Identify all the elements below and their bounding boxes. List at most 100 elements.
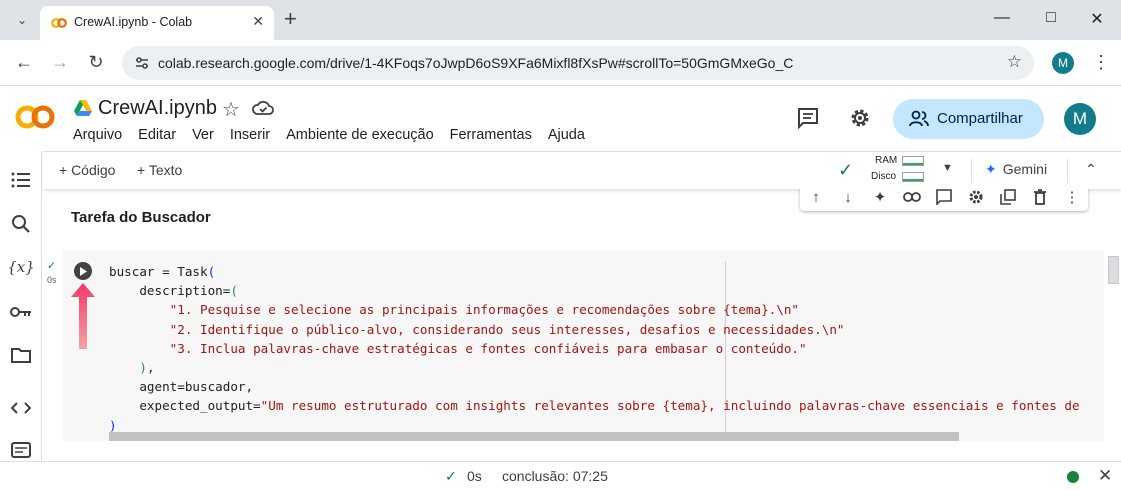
status-exec-time[interactable]: 0s: [467, 468, 482, 484]
site-info-icon[interactable]: [134, 55, 150, 71]
code-token: (: [230, 283, 238, 299]
play-icon: [80, 266, 87, 276]
code-token: description=: [109, 283, 231, 299]
cloud-saved-icon[interactable]: [252, 99, 274, 117]
comment-icon[interactable]: [797, 107, 819, 129]
browser-toolbar: ← → ↻ colab.research.google.com/drive/1-…: [0, 40, 1121, 86]
more-options-icon[interactable]: ⋮: [1062, 189, 1082, 207]
move-cell-up-icon[interactable]: ↑: [806, 189, 826, 207]
menu-ajuda[interactable]: Ajuda: [548, 127, 585, 143]
toolbar-divider: [971, 159, 972, 183]
runtime-dropdown-icon[interactable]: ▼: [942, 162, 953, 174]
variables-icon[interactable]: {x}: [7, 256, 35, 278]
gemini-label: Gemini: [1002, 161, 1048, 177]
ram-meter[interactable]: [902, 156, 924, 166]
colab-favicon-icon: [51, 18, 67, 28]
disk-label: Disco: [871, 171, 897, 182]
code-line[interactable]: description=(: [109, 281, 1080, 300]
runtime-connected-check-icon[interactable]: ✓: [838, 160, 853, 181]
collapse-toolbar-chevron-icon[interactable]: ⌃: [1085, 161, 1097, 178]
code-line[interactable]: ),: [109, 358, 1080, 377]
vertical-scrollbar-thumb[interactable]: [1108, 256, 1119, 284]
link-icon[interactable]: [902, 189, 922, 207]
code-token: ,: [146, 360, 155, 376]
share-label: Compartilhar: [937, 110, 1023, 127]
google-drive-icon: [74, 100, 92, 116]
code-editor[interactable]: buscar = Task( description=( "1. Pesquis…: [109, 262, 1080, 435]
code-line[interactable]: expected_output="Um resumo estruturado c…: [109, 396, 1079, 415]
code-line[interactable]: "1. Pesquise e selecione as principais i…: [109, 300, 1080, 319]
code-line[interactable]: buscar = Task(: [109, 262, 1080, 281]
menu-bar: Arquivo Editar Ver Inserir Ambiente de e…: [73, 127, 601, 143]
toolbar-divider: [1067, 159, 1068, 183]
people-icon: [909, 110, 929, 127]
maximize-icon[interactable]: □: [1036, 9, 1066, 27]
code-token: expected_output=: [109, 398, 261, 414]
files-folder-icon[interactable]: [10, 344, 32, 366]
window-close-icon[interactable]: ✕: [1082, 9, 1112, 29]
execution-success-check-icon: ✓: [47, 260, 57, 272]
add-text-cell-button[interactable]: + Texto: [137, 162, 182, 178]
horizontal-scrollbar[interactable]: [109, 432, 959, 441]
browser-menu-icon[interactable]: ⋮: [1092, 52, 1110, 73]
code-token: ): [109, 417, 117, 433]
add-code-cell-button[interactable]: + Código: [59, 162, 115, 178]
code-line[interactable]: agent=buscador,: [109, 377, 1080, 396]
minimize-icon[interactable]: —: [987, 9, 1017, 27]
ram-label: RAM: [875, 155, 898, 166]
menu-ambiente-de-execucao[interactable]: Ambiente de execução: [286, 127, 434, 143]
address-bar[interactable]: colab.research.google.com/drive/1-4KFoqs…: [122, 46, 1034, 80]
menu-inserir[interactable]: Inserir: [230, 127, 270, 143]
star-icon[interactable]: ☆: [222, 97, 240, 122]
menu-editar[interactable]: Editar: [138, 127, 176, 143]
reload-icon[interactable]: ↻: [84, 52, 108, 72]
menu-arquivo[interactable]: Arquivo: [73, 127, 122, 143]
browser-tab[interactable]: CrewAI.ipynb - Colab ✕: [40, 6, 274, 40]
status-completion[interactable]: conclusão: 07:25: [502, 468, 608, 484]
gemini-sparkle-icon[interactable]: ✦: [870, 189, 890, 207]
notebook-area: ↑ ↓ ✦ ⋮ Tarefa do Buscador ✓ 0s buscar =…: [43, 189, 1121, 461]
secrets-key-icon[interactable]: [10, 301, 32, 323]
menu-ver[interactable]: Ver: [192, 127, 214, 143]
code-line[interactable]: "2. Identifique o público-alvo, consider…: [109, 320, 1080, 339]
new-tab-icon[interactable]: +: [284, 8, 297, 30]
comment-icon[interactable]: [934, 189, 954, 207]
menu-ferramentas[interactable]: Ferramentas: [450, 127, 532, 143]
settings-gear-icon[interactable]: [849, 107, 871, 129]
notebook-title[interactable]: CrewAI.ipynb: [98, 97, 217, 120]
status-bar: ✓ 0s conclusão: 07:25 ✕: [0, 461, 1121, 490]
account-avatar[interactable]: M: [1064, 103, 1096, 135]
code-token: buscar = Task: [109, 264, 208, 279]
gemini-button[interactable]: ✦ Gemini: [985, 161, 1047, 178]
search-icon[interactable]: [10, 213, 32, 235]
colab-logo-icon[interactable]: [14, 103, 56, 131]
mirror-cell-icon[interactable]: [998, 189, 1018, 207]
terminal-icon[interactable]: [10, 439, 32, 461]
code-line[interactable]: "3. Inclua palavras-chave estratégicas e…: [109, 339, 1080, 358]
run-cell-button[interactable]: [74, 262, 92, 280]
tab-title: CrewAI.ipynb - Colab: [74, 15, 193, 29]
code-snippets-icon[interactable]: [10, 397, 32, 419]
table-of-contents-icon[interactable]: [10, 169, 32, 191]
disk-meter[interactable]: [902, 172, 924, 182]
browser-profile-avatar[interactable]: M: [1052, 52, 1074, 74]
tab-close-icon[interactable]: ✕: [252, 13, 264, 30]
back-icon[interactable]: ←: [12, 52, 36, 72]
code-token: "1. Pesquise e selecione as principais i…: [169, 302, 799, 318]
forward-icon[interactable]: →: [48, 52, 72, 72]
status-close-icon[interactable]: ✕: [1098, 466, 1112, 486]
bookmark-star-icon[interactable]: ☆: [1007, 52, 1022, 72]
execution-time: 0s: [47, 275, 57, 285]
cell-settings-gear-icon[interactable]: [966, 189, 986, 207]
tab-search-chevron-icon[interactable]: ⌄: [8, 8, 36, 32]
delete-trash-icon[interactable]: [1030, 189, 1050, 207]
code-token: "2. Identifique o público-alvo, consider…: [169, 321, 845, 337]
code-token: (: [207, 264, 216, 279]
move-cell-down-icon[interactable]: ↓: [838, 189, 858, 207]
share-button[interactable]: Compartilhar: [893, 99, 1044, 139]
notebook-toolbar: + Código + Texto ✓ RAM Disco ▼ ✦ Gemini ⌃: [43, 151, 1121, 189]
